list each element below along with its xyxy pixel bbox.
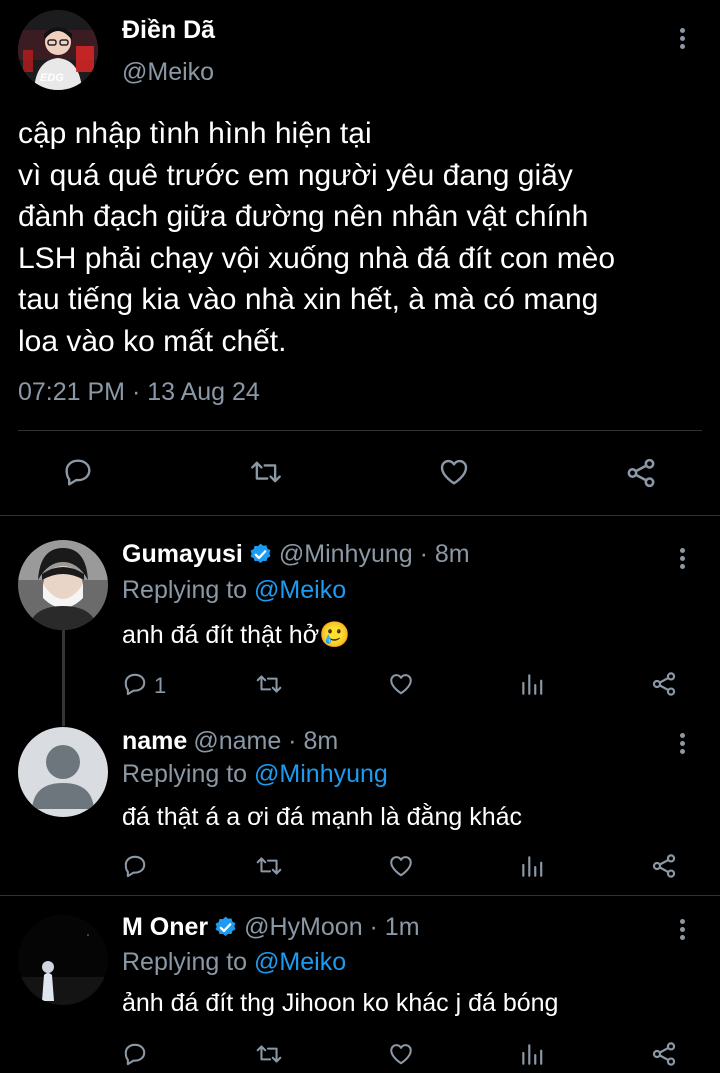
reply-header: Gumayusi @Minhyung · 8m	[122, 540, 470, 569]
avatar[interactable]	[18, 540, 108, 630]
share-icon[interactable]	[624, 456, 658, 490]
retweet-icon[interactable]	[255, 671, 283, 697]
replying-to-link[interactable]: @Meiko	[254, 576, 346, 604]
more-options-icon[interactable]	[672, 546, 692, 572]
reply-tweet: name @name · 8m Replying to @Minhyung đá…	[0, 727, 720, 892]
views-icon[interactable]	[519, 671, 545, 697]
avatar[interactable]	[18, 915, 108, 1005]
replying-to-label: Replying to	[122, 760, 255, 788]
share-icon[interactable]	[650, 1040, 678, 1068]
user-handle[interactable]: @Meiko	[122, 58, 214, 87]
avatar-badge: EDG	[40, 72, 64, 84]
replying-to-link[interactable]: @Minhyung	[254, 760, 388, 788]
replying-to-label: Replying to	[122, 576, 255, 604]
reply-tweet: Gumayusi @Minhyung · 8m Replying to @Mei…	[0, 540, 720, 715]
divider	[0, 515, 720, 516]
replying-to: Replying to @Minhyung	[122, 760, 388, 789]
views-icon[interactable]	[519, 853, 545, 879]
divider	[18, 430, 702, 431]
reply-count: 1	[154, 673, 167, 698]
retweet-icon[interactable]	[255, 1041, 283, 1067]
replying-to-label: Replying to	[122, 948, 255, 976]
more-options-icon[interactable]	[672, 917, 692, 943]
replying-to-link[interactable]: @Meiko	[254, 948, 346, 976]
tweet-text-line: LSH phải chạy vội xuống nhà đá đít con m…	[18, 241, 616, 275]
reply-icon[interactable]	[122, 1041, 148, 1067]
like-icon[interactable]	[437, 456, 471, 488]
reply-header: M Oner @HyMoon · 1m	[122, 913, 420, 942]
handle-and-time[interactable]: @HyMoon · 1m	[244, 913, 419, 942]
reply-icon[interactable]	[122, 671, 148, 697]
views-icon[interactable]	[519, 1041, 545, 1067]
display-name[interactable]: Điền Dã	[122, 16, 215, 45]
main-tweet: EDG Điền Dã @Meiko cập nhập tình hình hi…	[0, 0, 720, 515]
retweet-icon[interactable]	[255, 853, 283, 879]
reply-text: đá thật á a ơi đá mạnh là đằng khác	[122, 803, 522, 831]
more-options-icon[interactable]	[672, 731, 692, 757]
tweet-text-line: vì quá quê trước em người yêu đang giãy	[18, 158, 573, 192]
more-options-icon[interactable]	[672, 26, 692, 52]
display-name[interactable]: M Oner	[122, 913, 208, 942]
handle-and-time[interactable]: @Minhyung · 8m	[279, 540, 470, 569]
reply-text: anh đá đít thật hở🥲	[122, 621, 351, 649]
like-icon[interactable]	[387, 1041, 415, 1067]
reply-text: ảnh đá đít thg Jihoon ko khác j đá bóng	[122, 989, 559, 1017]
verified-badge-icon	[213, 915, 238, 940]
share-icon[interactable]	[650, 852, 678, 880]
handle-and-time[interactable]: @name · 8m	[193, 727, 338, 756]
display-name[interactable]: name	[122, 727, 187, 756]
reply-tweet: M Oner @HyMoon · 1m Replying to @Meiko ả…	[0, 913, 720, 1073]
avatar[interactable]	[18, 727, 108, 817]
reply-header: name @name · 8m	[122, 727, 338, 756]
like-icon[interactable]	[387, 853, 415, 879]
avatar[interactable]: EDG	[18, 10, 98, 90]
like-icon[interactable]	[387, 671, 415, 697]
share-icon[interactable]	[650, 670, 678, 698]
reply-icon[interactable]	[122, 853, 148, 879]
replying-to: Replying to @Meiko	[122, 948, 346, 977]
tweet-text: cập nhập tình hình hiện tại vì quá quê t…	[18, 113, 713, 362]
tweet-text-line: tau tiếng kia vào nhà xin hết, à mà có m…	[18, 283, 599, 316]
tweet-timestamp[interactable]: 07:21 PM · 13 Aug 24	[18, 378, 260, 407]
tweet-text-line: loa vào ko mất chết.	[18, 324, 287, 358]
replying-to: Replying to @Meiko	[122, 576, 346, 605]
retweet-icon[interactable]	[249, 456, 283, 488]
verified-badge-icon	[248, 542, 273, 567]
tweet-text-line: đành đạch giữa đường nên nhân vật chính	[18, 200, 589, 233]
divider	[0, 895, 720, 896]
tweet-text-line: cập nhập tình hình hiện tại	[18, 117, 372, 150]
reply-icon[interactable]	[62, 456, 94, 488]
display-name[interactable]: Gumayusi	[122, 540, 243, 569]
